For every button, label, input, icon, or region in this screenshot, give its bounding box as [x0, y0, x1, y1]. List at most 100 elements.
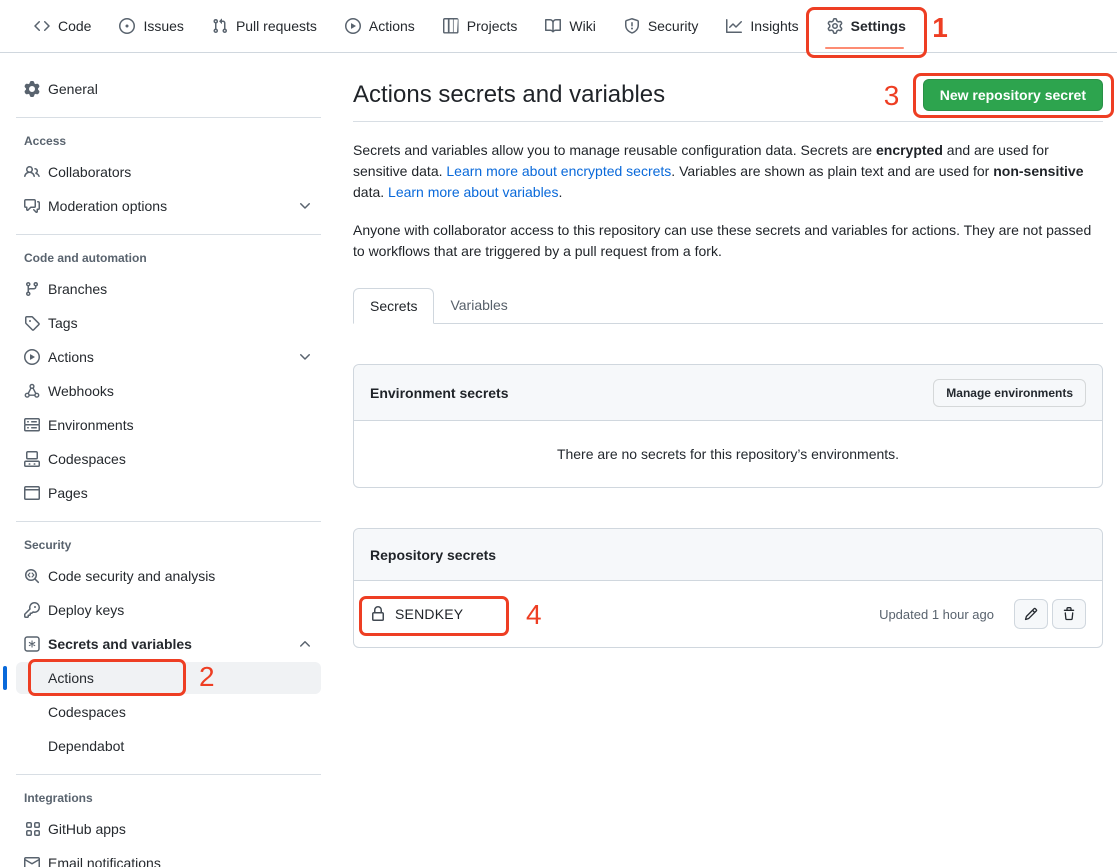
shield-icon — [624, 18, 640, 34]
sidebar-item-general[interactable]: General — [16, 73, 321, 105]
sidebar-subitem-codespaces[interactable]: Codespaces — [16, 696, 321, 728]
chevron-down-icon — [297, 349, 313, 365]
sidebar-item-label: Dependabot — [48, 738, 124, 754]
table-icon — [443, 18, 459, 34]
codescan-icon — [24, 568, 40, 584]
selected-item-accent-bar — [3, 666, 7, 690]
nav-tab-security[interactable]: Security — [612, 0, 711, 52]
sidebar-item-deploy-keys[interactable]: Deploy keys — [16, 594, 321, 626]
lock-icon — [370, 606, 386, 622]
sidebar-item-code-security[interactable]: Code security and analysis — [16, 560, 321, 592]
nav-tab-code[interactable]: Code — [22, 0, 103, 52]
browser-icon — [24, 485, 40, 501]
secret-name-cell: SENDKEY 4 — [370, 606, 463, 622]
tab-secrets[interactable]: Secrets — [353, 288, 434, 324]
chevron-up-icon — [297, 636, 313, 652]
sidebar-item-label: Webhooks — [48, 383, 114, 399]
secrets-variables-tabnav: Secrets Variables — [353, 288, 1103, 324]
new-repository-secret-button[interactable]: New repository secret — [923, 79, 1103, 111]
sidebar-item-label: Collaborators — [48, 164, 131, 180]
tab-variables[interactable]: Variables — [434, 288, 523, 323]
sidebar-item-codespaces[interactable]: Codespaces — [16, 443, 321, 475]
sidebar-subitem-actions[interactable]: Actions 2 — [16, 662, 321, 694]
settings-sidebar: General Access Collaborators Moderation … — [0, 53, 337, 867]
nav-tab-label: Pull requests — [236, 18, 317, 34]
sidebar-divider — [16, 521, 321, 522]
sidebar-item-label: Branches — [48, 281, 107, 297]
environment-secrets-box: Environment secrets Manage environments … — [353, 364, 1103, 488]
nav-tab-label: Issues — [143, 18, 183, 34]
nav-tab-projects[interactable]: Projects — [431, 0, 530, 52]
main-content: Actions secrets and variables New reposi… — [337, 53, 1117, 648]
codespaces-icon — [24, 451, 40, 467]
gear-icon — [24, 81, 40, 97]
git-pull-request-icon — [212, 18, 228, 34]
sidebar-item-label: Email notifications — [48, 855, 161, 867]
mail-icon — [24, 855, 40, 867]
page-title: Actions secrets and variables — [353, 81, 665, 109]
sidebar-item-environments[interactable]: Environments — [16, 409, 321, 441]
sidebar-item-github-apps[interactable]: GitHub apps — [16, 813, 321, 845]
sidebar-item-collaborators[interactable]: Collaborators — [16, 156, 321, 188]
tag-icon — [24, 315, 40, 331]
sidebar-item-branches[interactable]: Branches — [16, 273, 321, 305]
nav-tab-label: Insights — [750, 18, 798, 34]
link-encrypted-secrets[interactable]: Learn more about encrypted secrets — [446, 163, 671, 179]
link-variables[interactable]: Learn more about variables — [388, 184, 558, 200]
nav-tab-settings[interactable]: Settings 1 — [815, 0, 918, 52]
sidebar-item-label: Moderation options — [48, 198, 167, 214]
delete-secret-button[interactable] — [1052, 599, 1086, 629]
nav-tab-label: Security — [648, 18, 699, 34]
nav-tab-pull-requests[interactable]: Pull requests — [200, 0, 329, 52]
play-icon — [345, 18, 361, 34]
key-asterisk-icon — [24, 636, 40, 652]
gear-icon — [827, 18, 843, 34]
sidebar-item-actions[interactable]: Actions — [16, 341, 321, 373]
secret-name: SENDKEY — [395, 606, 463, 622]
intro-text: . Variables are shown as plain text and … — [671, 163, 993, 179]
issue-opened-icon — [119, 18, 135, 34]
sidebar-item-label: Codespaces — [48, 704, 126, 720]
sidebar-section-code-automation: Code and automation — [16, 251, 321, 265]
nav-tab-label: Settings — [851, 18, 906, 34]
nav-tab-label: Wiki — [569, 18, 595, 34]
sidebar-item-webhooks[interactable]: Webhooks — [16, 375, 321, 407]
annotation-number-2: 2 — [199, 663, 215, 691]
repo-nav: Code Issues Pull requests Actions Projec… — [0, 0, 1117, 53]
intro-paragraph: Secrets and variables allow you to manag… — [353, 140, 1103, 203]
secret-row: SENDKEY 4 Updated 1 hour ago — [354, 581, 1102, 647]
sidebar-item-pages[interactable]: Pages — [16, 477, 321, 509]
people-icon — [24, 164, 40, 180]
nav-tab-actions[interactable]: Actions — [333, 0, 427, 52]
sidebar-item-label: General — [48, 81, 98, 97]
sidebar-item-label: Deploy keys — [48, 602, 124, 618]
sidebar-section-access: Access — [16, 134, 321, 148]
sidebar-item-secrets-and-variables[interactable]: Secrets and variables — [16, 628, 321, 660]
sidebar-item-email-notifications[interactable]: Email notifications — [16, 847, 321, 867]
sidebar-divider — [16, 117, 321, 118]
sidebar-item-tags[interactable]: Tags — [16, 307, 321, 339]
sidebar-item-label: Codespaces — [48, 451, 126, 467]
comment-discussion-icon — [24, 198, 40, 214]
git-branch-icon — [24, 281, 40, 297]
annotation-number-3: 3 — [884, 82, 900, 110]
annotation-number-4: 4 — [526, 601, 542, 629]
intro-text: data. — [353, 184, 388, 200]
sidebar-item-label: Tags — [48, 315, 78, 331]
edit-secret-button[interactable] — [1014, 599, 1048, 629]
nav-tab-issues[interactable]: Issues — [107, 0, 195, 52]
sidebar-item-moderation-options[interactable]: Moderation options — [16, 190, 321, 222]
sidebar-subitem-dependabot[interactable]: Dependabot — [16, 730, 321, 762]
intro-text: Secrets and variables allow you to manag… — [353, 142, 876, 158]
sidebar-item-label: Actions — [48, 349, 94, 365]
manage-environments-button[interactable]: Manage environments — [933, 379, 1086, 407]
environment-secrets-title: Environment secrets — [370, 385, 509, 401]
intro-text: . — [558, 184, 562, 200]
intro-bold-encrypted: encrypted — [876, 142, 943, 158]
nav-tab-insights[interactable]: Insights — [714, 0, 810, 52]
nav-tab-wiki[interactable]: Wiki — [533, 0, 607, 52]
sidebar-item-label: GitHub apps — [48, 821, 126, 837]
server-icon — [24, 417, 40, 433]
key-icon — [24, 602, 40, 618]
play-icon — [24, 349, 40, 365]
